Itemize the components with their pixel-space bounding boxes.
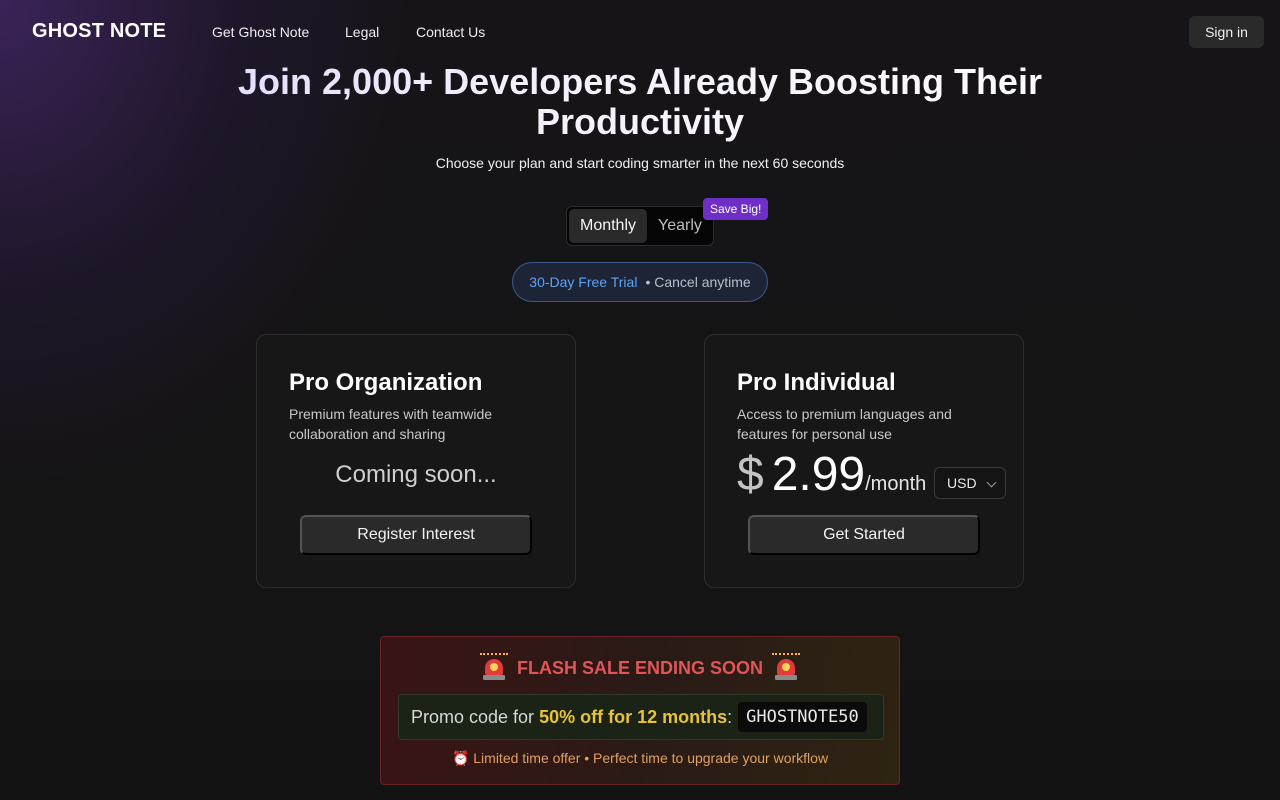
register-interest-button[interactable]: Register Interest [300, 515, 532, 555]
flash-sale-footer: ⏰ Limited time offer • Perfect time to u… [451, 750, 829, 766]
plan-description: Premium features with teamwide collabora… [289, 406, 493, 442]
price-period: /month [865, 473, 927, 495]
promo-prefix: Promo code for [411, 706, 535, 727]
chevron-down-icon [986, 477, 997, 488]
nav-link-contact-us[interactable]: Contact Us [416, 24, 485, 40]
currency-symbol: $ [737, 448, 764, 501]
billing-toggle: Monthly Yearly [566, 206, 714, 246]
siren-icon [772, 653, 800, 681]
price: $ 2.99 /month [737, 447, 926, 502]
plan-title: Pro Individual [737, 369, 896, 396]
free-trial-label: 30-Day Free Trial [529, 274, 638, 290]
flash-sale-title: FLASH SALE ENDING SOON [516, 657, 763, 678]
sign-in-button[interactable]: Sign in [1189, 16, 1264, 48]
plan-card-pro-organization: Pro Organization Premium features with t… [256, 334, 576, 588]
nav-link-get-ghost-note[interactable]: Get Ghost Note [212, 24, 309, 40]
cancel-anytime-label: • Cancel anytime [645, 274, 751, 290]
price-amount: 2.99 [771, 448, 866, 501]
flash-sale-banner: FLASH SALE ENDING SOON Promo code for 50… [380, 636, 900, 785]
page-title: Join 2,000+ Developers Already Boosting … [0, 62, 1280, 142]
page-subtitle: Choose your plan and start coding smarte… [435, 155, 845, 171]
currency-select-value: USD [947, 475, 977, 491]
page-title-line-1: Join 2,000+ Developers Already Boosting … [238, 61, 1042, 102]
coming-soon-label: Coming soon... [335, 461, 497, 488]
get-started-button[interactable]: Get Started [748, 515, 980, 555]
free-trial-pill: 30-Day Free Trial • Cancel anytime [512, 262, 768, 302]
flash-sale-heading: FLASH SALE ENDING SOON [381, 653, 899, 681]
plan-title: Pro Organization [289, 369, 483, 396]
billing-option-yearly[interactable]: Yearly [649, 209, 711, 243]
promo-code[interactable]: GHOSTNOTE50 [738, 702, 867, 732]
promo-highlight: 50% off for 12 months [539, 706, 728, 727]
billing-option-monthly[interactable]: Monthly [569, 209, 647, 243]
plan-card-pro-individual: Pro Individual Access to premium languag… [704, 334, 1024, 588]
siren-icon [479, 653, 508, 681]
top-nav: GHOST NOTE Get Ghost Note Legal Contact … [0, 0, 1280, 64]
save-big-badge: Save Big! [703, 198, 769, 220]
logo[interactable]: GHOST NOTE [32, 20, 166, 43]
promo-box: Promo code for 50% off for 12 months: GH… [398, 694, 884, 740]
currency-select[interactable]: USD [934, 467, 1006, 499]
pricing-page: GHOST NOTE Get Ghost Note Legal Contact … [0, 0, 1280, 800]
nav-link-legal[interactable]: Legal [345, 24, 379, 40]
plan-description: Access to premium languages and features… [737, 406, 952, 442]
page-title-line-2: Productivity [535, 101, 745, 142]
